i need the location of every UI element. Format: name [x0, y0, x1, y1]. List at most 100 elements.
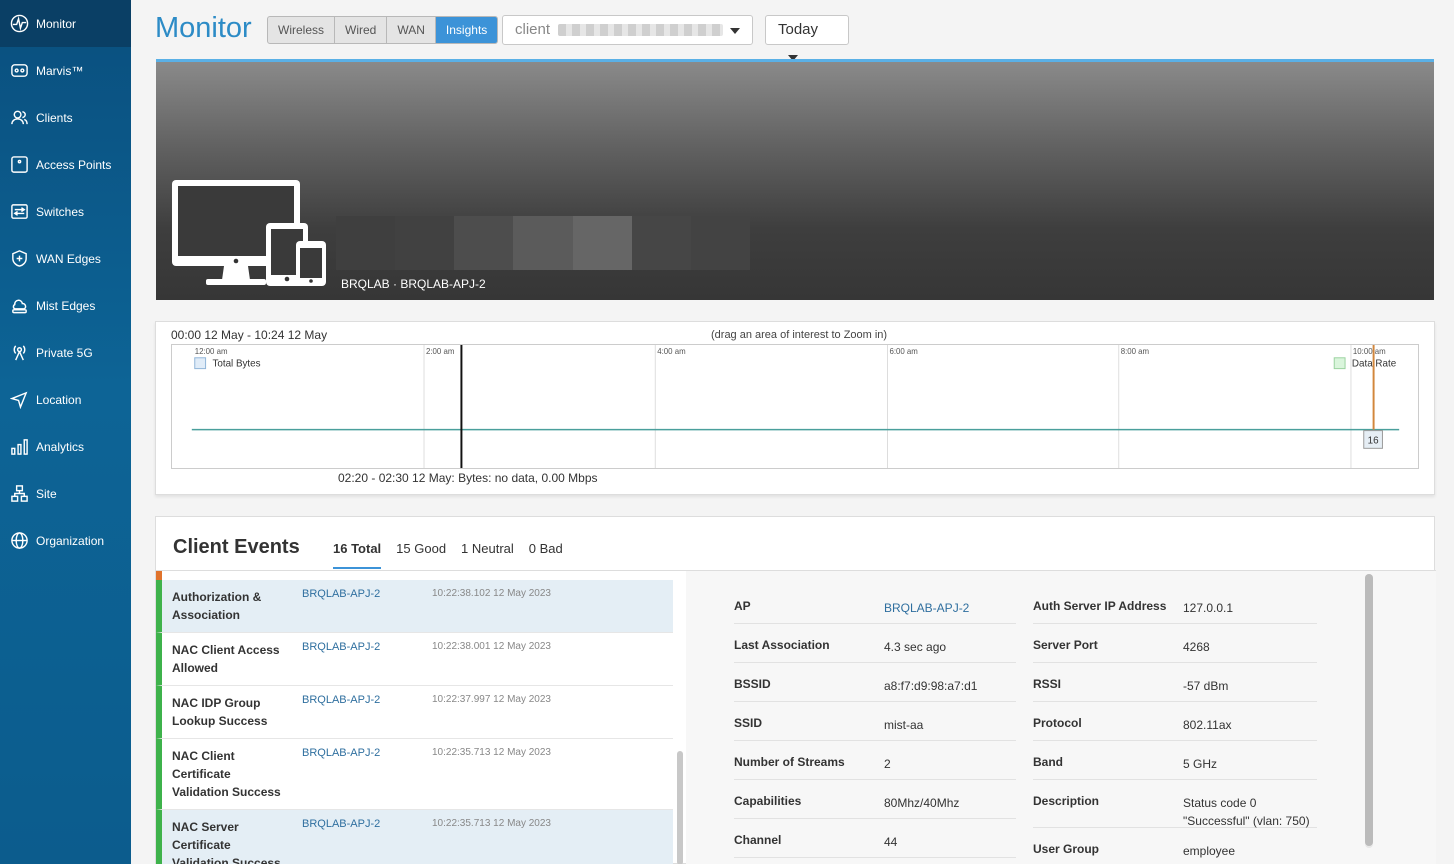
detail-key: Number of Streams: [734, 755, 845, 769]
detail-row: Band 5 GHz: [1033, 741, 1317, 780]
antenna-icon: [9, 343, 29, 363]
event-time: 10:22:37.997 12 May 2023: [432, 694, 551, 705]
sidebar-item-label: WAN Edges: [36, 251, 101, 266]
event-filter-tabs: 16 Total 15 Good 1 Neutral 0 Bad: [333, 541, 563, 569]
event-ap-link[interactable]: BRQLAB-APJ-2: [302, 588, 380, 600]
detail-row: Last Association 4.3 sec ago: [734, 624, 1016, 663]
switch-icon: [9, 202, 29, 222]
scrollbar-thumb[interactable]: [1365, 574, 1373, 846]
tab-wired[interactable]: Wired: [335, 17, 388, 43]
event-ap-link[interactable]: BRQLAB-APJ-2: [302, 818, 380, 830]
legend-total-bytes: Total Bytes: [212, 359, 260, 370]
users-icon: [9, 108, 29, 128]
detail-row: Capabilities 80Mhz/40Mhz: [734, 780, 1016, 819]
detail-value: mist-aa: [884, 718, 924, 732]
tab-total[interactable]: 16 Total: [333, 541, 382, 569]
detail-value: 5 GHz: [1183, 757, 1218, 771]
event-ap-link[interactable]: BRQLAB-APJ-2: [302, 641, 380, 653]
tab-wireless[interactable]: Wireless: [268, 17, 336, 43]
detail-key: Protocol: [1033, 716, 1082, 730]
sidebar-item-access-points[interactable]: Access Points: [0, 141, 131, 188]
event-row[interactable]: Authorization & Association BRQLAB-APJ-2…: [156, 580, 673, 633]
event-row[interactable]: NAC Client Access Allowed BRQLAB-APJ-2 1…: [156, 633, 673, 686]
client-banner: BRQLAB · BRQLAB-APJ-2: [156, 59, 1434, 300]
detail-value: a8:f7:d9:98:a7:d1: [884, 679, 978, 693]
detail-key: Last Association: [734, 638, 830, 652]
detail-key: Description: [1033, 794, 1100, 808]
sidebar-item-label: Switches: [36, 204, 85, 219]
detail-ap-link[interactable]: BRQLAB-APJ-2: [884, 599, 969, 617]
scrollbar-thumb[interactable]: [677, 751, 683, 864]
detail-row: Number of Streams 2: [734, 741, 1016, 780]
client-select[interactable]: client: [502, 15, 753, 45]
sidebar-item-organization[interactable]: Organization: [0, 517, 131, 564]
shield-plus-icon: [9, 249, 29, 269]
sidebar-item-monitor[interactable]: Monitor: [0, 0, 131, 47]
client-site-ap: BRQLAB · BRQLAB-APJ-2: [341, 277, 486, 291]
detail-key: User Group: [1033, 842, 1100, 856]
detail-value: 2: [884, 757, 891, 771]
sidebar-item-switches[interactable]: Switches: [0, 188, 131, 235]
tick-label: 12:00 am: [195, 347, 228, 356]
sidebar-item-location[interactable]: Location: [0, 376, 131, 423]
sidebar-item-label: Marvis™: [36, 63, 84, 78]
sidebar-item-label: Mist Edges: [36, 298, 96, 313]
period-select-label: Today: [778, 21, 819, 38]
site-tree-icon: [9, 484, 29, 504]
details-scrollbar[interactable]: [1365, 574, 1373, 848]
detail-key: Server Port: [1033, 638, 1098, 652]
timeline-chart[interactable]: 12:00 am 2:00 am 4:00 am 6:00 am 8:00 am…: [171, 344, 1419, 469]
sidebar-item-label: Access Points: [36, 157, 112, 172]
detail-row: SSID mist-aa: [734, 702, 1016, 741]
sidebar: Monitor Marvis™ Clients Access Points Sw…: [0, 0, 131, 864]
detail-value: 802.11ax: [1183, 718, 1232, 732]
page-title: Monitor: [155, 12, 252, 44]
detail-row: BSSID a8:f7:d9:98:a7:d1: [734, 663, 1016, 702]
sidebar-item-clients[interactable]: Clients: [0, 94, 131, 141]
detail-key: Auth Server IP Address: [1033, 599, 1167, 613]
tab-good[interactable]: 15 Good: [396, 541, 446, 569]
marvis-icon: [9, 61, 29, 81]
event-row[interactable]: NAC IDP Group Lookup Success BRQLAB-APJ-…: [156, 686, 673, 739]
detail-row: Server Port 4268: [1033, 624, 1317, 663]
sidebar-item-label: Clients: [36, 110, 73, 125]
event-list-scrollbar[interactable]: [677, 571, 684, 864]
timeline-range: 00:00 12 May - 10:24 12 May: [171, 328, 328, 342]
sidebar-item-label: Analytics: [36, 439, 85, 454]
bar-chart-icon: [9, 437, 29, 457]
period-select[interactable]: Today: [765, 15, 849, 62]
tab-bad[interactable]: 0 Bad: [529, 541, 563, 569]
sidebar-item-private-5g[interactable]: Private 5G: [0, 329, 131, 376]
tick-label: 8:00 am: [1121, 347, 1150, 356]
sidebar-item-site[interactable]: Site: [0, 470, 131, 517]
detail-row: Channel 44: [734, 819, 1016, 858]
tab-neutral[interactable]: 1 Neutral: [461, 541, 514, 569]
event-row-partial: [156, 571, 673, 580]
chevron-down-icon: [730, 28, 740, 34]
detail-value: 127.0.0.1: [1183, 601, 1234, 615]
event-ap-link[interactable]: BRQLAB-APJ-2: [302, 694, 380, 706]
event-row[interactable]: NAC Client Certificate Validation Succes…: [156, 739, 673, 810]
timeline-hint: (drag an area of interest to Zoom in): [711, 329, 888, 341]
sidebar-item-marvis[interactable]: Marvis™: [0, 47, 131, 94]
sidebar-item-mist-edges[interactable]: Mist Edges: [0, 282, 131, 329]
access-point-icon: [9, 155, 29, 175]
detail-value: Status code 0 "Successful" (vlan: 750): [1183, 796, 1310, 828]
timeline-hover-info: 02:20 - 02:30 12 May: Bytes: no data, 0.…: [338, 471, 598, 485]
event-row[interactable]: NAC Server Certificate Validation Succes…: [156, 810, 673, 864]
sidebar-item-analytics[interactable]: Analytics: [0, 423, 131, 470]
client-events-panel: Client Events 16 Total 15 Good 1 Neutral…: [155, 516, 1436, 864]
legend-swatch-data-rate: [1333, 357, 1346, 370]
detail-key: Capabilities: [734, 794, 802, 808]
event-name: NAC IDP Group Lookup Success: [172, 696, 268, 728]
tab-wan[interactable]: WAN: [387, 17, 436, 43]
event-time: 10:22:35.713 12 May 2023: [432, 747, 551, 758]
client-name-redacted: [558, 24, 724, 37]
detail-key: BSSID: [734, 677, 771, 691]
sidebar-item-wan-edges[interactable]: WAN Edges: [0, 235, 131, 282]
detail-value: 80Mhz/40Mhz: [884, 796, 960, 810]
event-ap-link[interactable]: BRQLAB-APJ-2: [302, 747, 380, 759]
view-tabs: Wireless Wired WAN Insights: [267, 16, 499, 44]
event-name: NAC Client Certificate Validation Succes…: [172, 749, 281, 799]
tab-insights[interactable]: Insights: [435, 17, 498, 43]
